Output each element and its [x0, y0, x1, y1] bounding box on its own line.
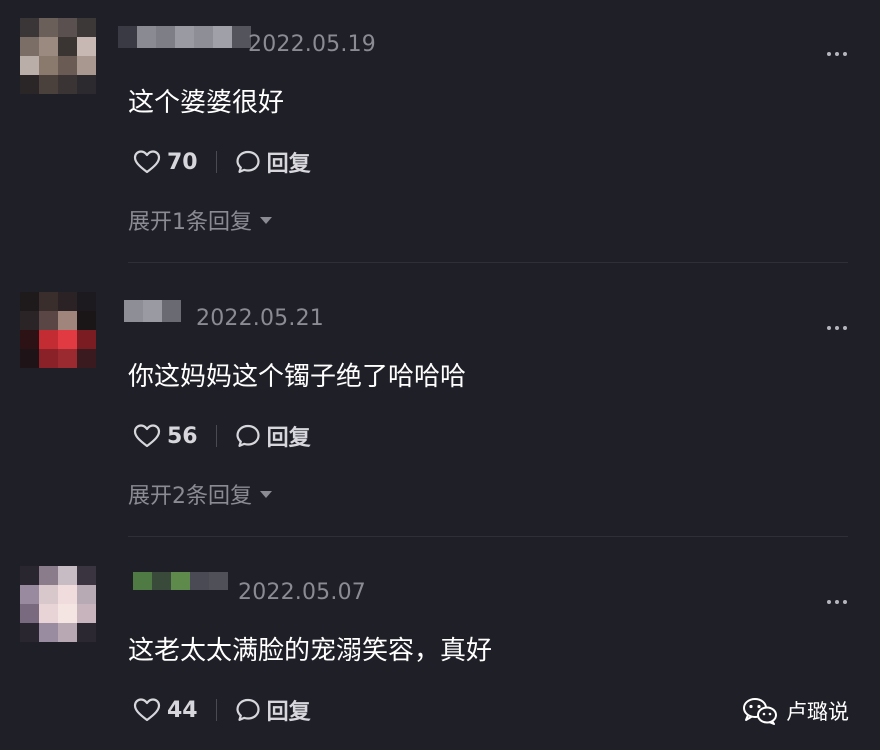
avatar[interactable] — [20, 18, 96, 94]
more-options-icon[interactable] — [827, 52, 847, 56]
action-separator — [215, 699, 217, 721]
watermark-text: 卢璐说 — [786, 700, 849, 724]
reply-button[interactable]: 回复 — [267, 420, 311, 452]
heart-icon[interactable] — [133, 149, 161, 175]
expand-replies-link[interactable]: 展开2条回复 — [128, 478, 272, 510]
reply-button[interactable]: 回复 — [267, 694, 311, 726]
comment-item: 2022.05.19 这个婆婆很好 70 回复 展开1条回复 — [0, 18, 880, 268]
like-count: 44 — [167, 697, 198, 723]
comment-actions: 56 回复 — [133, 420, 311, 452]
heart-icon[interactable] — [133, 423, 161, 449]
comment-actions: 70 回复 — [133, 146, 311, 178]
reply-button[interactable]: 回复 — [267, 146, 311, 178]
expand-replies-label: 展开1条回复 — [128, 210, 252, 235]
comment-text: 这老太太满脸的宠溺笑容，真好 — [128, 636, 493, 666]
reply-bubble-icon[interactable] — [235, 149, 261, 175]
comment-date: 2022.05.21 — [196, 306, 324, 331]
comment-text: 你这妈妈这个镯子绝了哈哈哈 — [128, 362, 467, 392]
comment-date: 2022.05.07 — [238, 580, 366, 605]
more-options-icon[interactable] — [827, 600, 847, 604]
avatar[interactable] — [20, 566, 96, 642]
username-blurred[interactable] — [133, 572, 228, 608]
comment-actions: 44 回复 — [133, 694, 311, 726]
comment-date: 2022.05.19 — [248, 32, 376, 57]
more-options-icon[interactable] — [827, 326, 847, 330]
username-blurred[interactable] — [124, 300, 181, 322]
reply-bubble-icon[interactable] — [235, 423, 261, 449]
username-blurred[interactable] — [118, 26, 251, 48]
action-separator — [215, 151, 217, 173]
divider — [128, 536, 848, 537]
comment-item: 2022.05.21 你这妈妈这个镯子绝了哈哈哈 56 回复 展开2条回复 — [0, 292, 880, 542]
caret-down-icon — [260, 490, 272, 498]
avatar[interactable] — [20, 292, 96, 368]
wechat-icon — [743, 698, 777, 725]
like-count: 56 — [167, 423, 198, 449]
watermark: 卢璐说 — [742, 696, 849, 726]
heart-icon[interactable] — [133, 697, 161, 723]
expand-replies-link[interactable]: 展开1条回复 — [128, 204, 272, 236]
comment-text: 这个婆婆很好 — [128, 88, 285, 118]
action-separator — [215, 425, 217, 447]
divider — [128, 262, 848, 263]
caret-down-icon — [260, 216, 272, 224]
expand-replies-label: 展开2条回复 — [128, 484, 252, 509]
like-count: 70 — [167, 149, 198, 175]
reply-bubble-icon[interactable] — [235, 697, 261, 723]
